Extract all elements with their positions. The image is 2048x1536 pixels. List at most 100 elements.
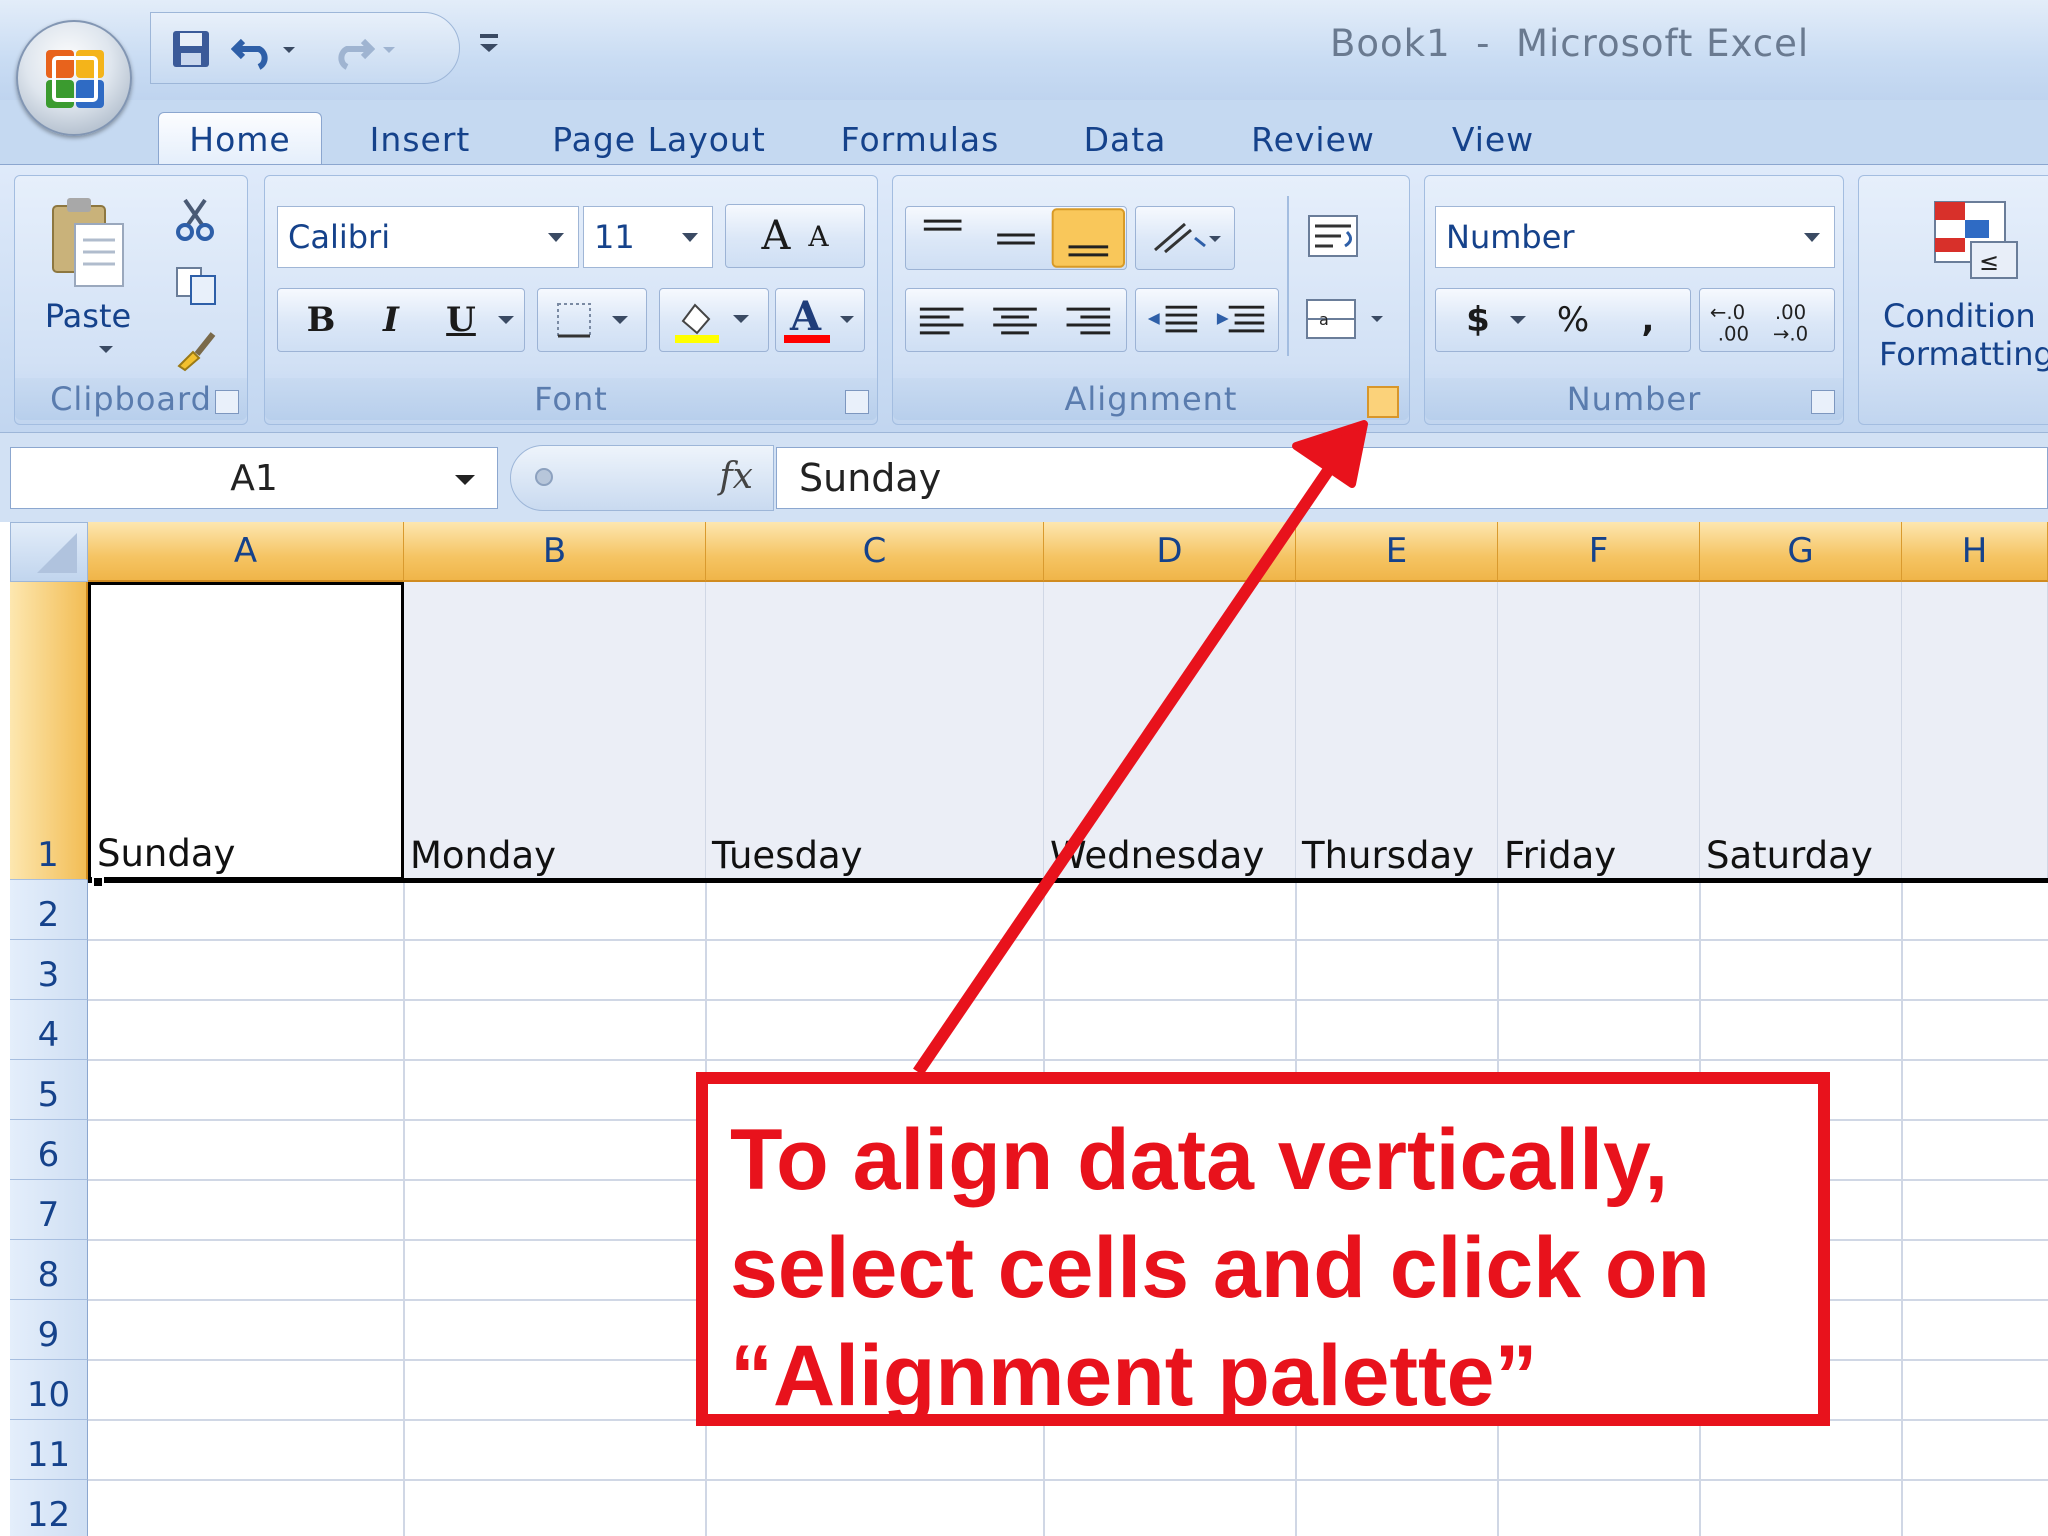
number-launcher-icon[interactable]	[1811, 390, 1835, 414]
cut-icon[interactable]	[175, 196, 215, 246]
clipboard-group-label: Clipboard	[15, 378, 247, 420]
redo-icon[interactable]	[331, 27, 376, 71]
column-header-g[interactable]: G	[1700, 522, 1902, 582]
chevron-down-icon	[840, 316, 854, 323]
name-box[interactable]: A1	[10, 447, 498, 509]
undo-dropdown-icon[interactable]	[279, 27, 303, 71]
row-header-12[interactable]: 12	[10, 1480, 88, 1536]
undo-icon[interactable]	[230, 27, 275, 71]
copy-icon[interactable]	[175, 266, 219, 310]
fill-color-button[interactable]	[659, 288, 769, 352]
tab-home[interactable]: Home	[158, 112, 322, 166]
cell-d1[interactable]: Wednesday	[1044, 582, 1296, 880]
font-color-button[interactable]: A	[775, 288, 865, 352]
tab-page-layout[interactable]: Page Layout	[548, 112, 770, 166]
chevron-down-icon[interactable]	[453, 472, 477, 488]
redo-dropdown-icon[interactable]	[379, 27, 403, 71]
alignment-launcher-icon[interactable]	[1367, 386, 1399, 418]
tab-data[interactable]: Data	[1070, 112, 1180, 166]
row-header-10[interactable]: 10	[10, 1360, 88, 1420]
cell-c1[interactable]: Tuesday	[706, 582, 1044, 880]
wrap-text-icon[interactable]	[1307, 212, 1363, 266]
bold-button[interactable]: B	[286, 300, 356, 340]
cell-h1[interactable]	[1902, 582, 2048, 880]
column-header-b[interactable]: B	[404, 522, 706, 582]
insert-function-button[interactable]: fx	[719, 456, 753, 497]
align-left-icon[interactable]	[919, 307, 964, 335]
cell-f1[interactable]: Friday	[1498, 582, 1700, 880]
borders-button[interactable]	[537, 288, 647, 352]
grow-font-button[interactable]: A	[761, 213, 790, 259]
cell-g1[interactable]: Saturday	[1700, 582, 1902, 880]
formula-input[interactable]: Sunday	[776, 447, 2048, 509]
fill-handle[interactable]	[92, 876, 104, 888]
font-size-dropdown[interactable]: 11	[583, 206, 713, 268]
row-header-2[interactable]: 2	[10, 880, 88, 940]
column-header-d[interactable]: D	[1044, 522, 1296, 582]
save-icon[interactable]	[169, 27, 213, 71]
orientation-button[interactable]	[1135, 206, 1235, 270]
tab-insert[interactable]: Insert	[348, 112, 492, 166]
top-align-icon[interactable]	[906, 207, 977, 268]
formula-bar-handle-icon[interactable]	[529, 462, 559, 492]
number-format-dropdown[interactable]: Number	[1435, 206, 1835, 268]
select-all-button[interactable]	[10, 522, 88, 582]
horizontal-align-buttons	[905, 288, 1127, 352]
percent-button[interactable]: %	[1528, 300, 1618, 340]
row-header-5[interactable]: 5	[10, 1060, 88, 1120]
conditional-formatting-label-2[interactable]: Formatting	[1879, 334, 2048, 374]
alignment-group: a Alignment	[892, 175, 1410, 425]
increase-indent-icon[interactable]	[1216, 305, 1265, 333]
cell-e1[interactable]: Thursday	[1296, 582, 1498, 880]
row-header-1[interactable]: 1	[10, 582, 88, 880]
formula-bar: A1 fx Sunday	[0, 432, 2048, 522]
svg-text:≤: ≤	[1979, 248, 1999, 276]
conditional-formatting-icon[interactable]: ≤	[1931, 198, 2027, 288]
bottom-align-icon[interactable]	[1051, 208, 1126, 268]
italic-button[interactable]: I	[356, 300, 426, 340]
increase-decimal-icon[interactable]: ←.0.00	[1710, 301, 1749, 346]
customize-toolbar-icon[interactable]	[474, 30, 504, 74]
chevron-down-icon[interactable]	[1508, 313, 1528, 327]
column-header-f[interactable]: F	[1498, 522, 1700, 582]
currency-button[interactable]: $	[1448, 300, 1508, 340]
font-name-dropdown[interactable]: Calibri	[277, 206, 579, 268]
align-center-icon[interactable]	[993, 307, 1037, 335]
row-header-6[interactable]: 6	[10, 1120, 88, 1180]
chevron-down-icon[interactable]	[496, 313, 516, 327]
paste-dropdown-icon[interactable]	[97, 342, 115, 361]
column-header-e[interactable]: E	[1296, 522, 1498, 582]
merge-center-icon[interactable]: a	[1305, 294, 1395, 348]
align-right-icon[interactable]	[1066, 307, 1111, 335]
column-header-c[interactable]: C	[706, 522, 1044, 582]
tab-review[interactable]: Review	[1240, 112, 1386, 166]
row-header-11[interactable]: 11	[10, 1420, 88, 1480]
column-header-a[interactable]: A	[88, 522, 404, 582]
format-painter-icon[interactable]	[173, 326, 219, 376]
decrease-indent-icon[interactable]	[1147, 305, 1198, 333]
office-button[interactable]	[16, 20, 132, 136]
paste-icon[interactable]	[45, 196, 131, 292]
middle-align-icon[interactable]	[997, 233, 1035, 245]
shrink-font-button[interactable]: A	[808, 220, 828, 253]
annotation-callout: To align data vertically, select cells a…	[696, 1072, 1830, 1426]
row-header-4[interactable]: 4	[10, 1000, 88, 1060]
row-header-3[interactable]: 3	[10, 940, 88, 1000]
clipboard-launcher-icon[interactable]	[215, 390, 239, 414]
cell-b1[interactable]: Monday	[404, 582, 706, 880]
tab-formulas[interactable]: Formulas	[828, 112, 1012, 166]
number-format-value: Number	[1446, 218, 1575, 256]
font-launcher-icon[interactable]	[845, 390, 869, 414]
row-header-9[interactable]: 9	[10, 1300, 88, 1360]
selection-border	[88, 878, 2048, 883]
paste-label[interactable]: Paste	[35, 296, 141, 336]
comma-button[interactable]: ,	[1618, 300, 1678, 340]
cell-a1[interactable]: Sunday	[88, 582, 404, 880]
row-header-7[interactable]: 7	[10, 1180, 88, 1240]
column-header-h[interactable]: H	[1902, 522, 2048, 582]
decrease-decimal-icon[interactable]: .00→.0	[1773, 301, 1808, 346]
tab-view[interactable]: View	[1438, 112, 1548, 166]
conditional-formatting-label-1[interactable]: Condition	[1883, 296, 2048, 336]
underline-button[interactable]: U	[426, 300, 496, 340]
row-header-8[interactable]: 8	[10, 1240, 88, 1300]
